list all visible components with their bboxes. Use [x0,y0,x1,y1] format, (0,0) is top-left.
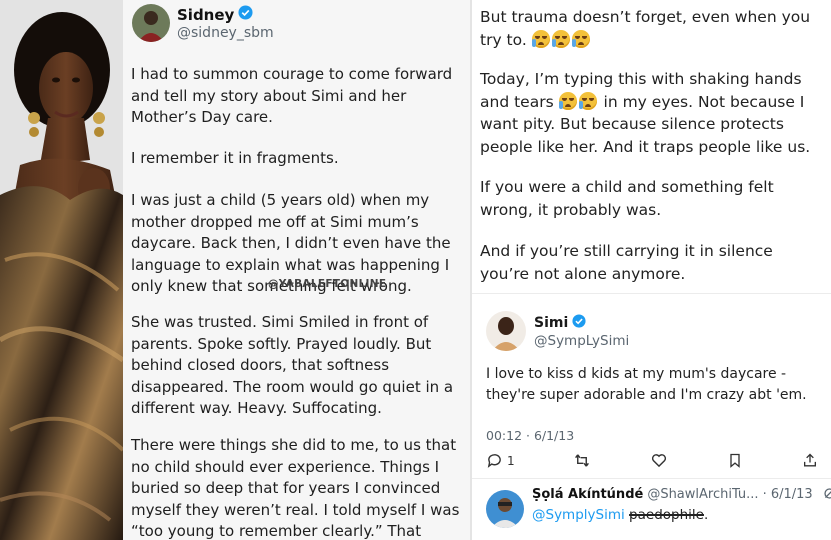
crying-emoji-icon [531,29,550,48]
verified-badge-icon [572,313,586,332]
reply-icon [487,454,501,468]
quoted-author-avatar[interactable] [486,311,526,351]
continued-paragraph-2: Today, I’m typing this with shaking hand… [480,68,825,158]
tweet-continued: But trauma doesn’t forget, even when you… [472,0,831,540]
action-bar: 1 [486,452,818,469]
tweet-paragraph-1: I had to summon courage to come forward … [131,65,453,126]
tweet-header: Sidney @sidney_sbm [132,4,274,44]
grok-icon[interactable] [823,487,831,504]
watermark: @YABALEFTONLINE [268,278,387,290]
tweet-paragraph-2: I remember it in fragments. [131,149,339,167]
continued-line-1: But trauma doesn’t forget, even when you… [480,8,811,49]
share-icon [803,453,816,467]
like-button[interactable] [650,452,668,469]
continued-paragraph-3: If you were a child and something felt w… [480,178,774,219]
continued-paragraph-1: But trauma doesn’t forget, even when you… [480,6,825,51]
reply-author-name[interactable]: Ṣọlá Akíntúndé [532,487,643,504]
crying-emoji-icon [551,29,570,48]
tweet-paragraph-4: She was trusted. Simi Smiled in front of… [131,313,454,417]
retweet-button[interactable] [573,452,591,469]
heart-icon [652,454,667,468]
reply-text: @SymplySimi paedophile. [532,507,708,523]
main-tweet: Sidney @sidney_sbm I had to summon coura… [123,0,470,540]
author-handle[interactable]: @sidney_sbm [177,25,274,41]
author-name[interactable]: Sidney [177,6,234,24]
verified-badge-icon [238,5,253,24]
quoted-author-name[interactable]: Simi [534,315,568,331]
reply-button[interactable]: 1 [486,452,515,469]
continued-paragraph-4: And if you’re still carrying it in silen… [480,242,773,283]
quoted-tweet-text: I love to kiss d kids at my mum's daycar… [486,366,807,403]
reply-struck-text: paedophile [629,507,704,523]
reply-author-handle[interactable]: @ShawlArchiTu... [647,487,758,504]
reply-mention[interactable]: @SymplySimi [532,507,625,523]
tweet-paragraph-5: There were things she did to me, to us t… [131,436,460,540]
reply-author-avatar[interactable] [486,490,524,528]
reply-trailing: . [703,507,709,523]
separator [472,478,831,479]
author-avatar[interactable] [132,4,170,42]
retweet-icon [575,454,590,467]
quoted-author-handle[interactable]: @SympLySimi [534,333,629,349]
bookmark-icon [730,453,740,468]
crying-emoji-icon [578,91,597,110]
quoted-timestamp[interactable]: 00:12 · 6/1/13 [486,428,574,443]
reply-tweet[interactable]: Ṣọlá Akíntúndé @ShawlArchiTu... · 6/1/13… [486,487,831,535]
quoted-tweet[interactable]: Simi @SympLySimi I love to kiss d kids a… [472,293,831,540]
reply-count: 1 [507,453,515,468]
bookmark-button[interactable] [727,452,743,469]
crying-emoji-icon [571,29,590,48]
crying-emoji-icon [558,91,577,110]
woman-photo [0,0,123,540]
reply-date: · 6/1/13 [762,487,813,502]
share-button[interactable] [802,452,818,469]
